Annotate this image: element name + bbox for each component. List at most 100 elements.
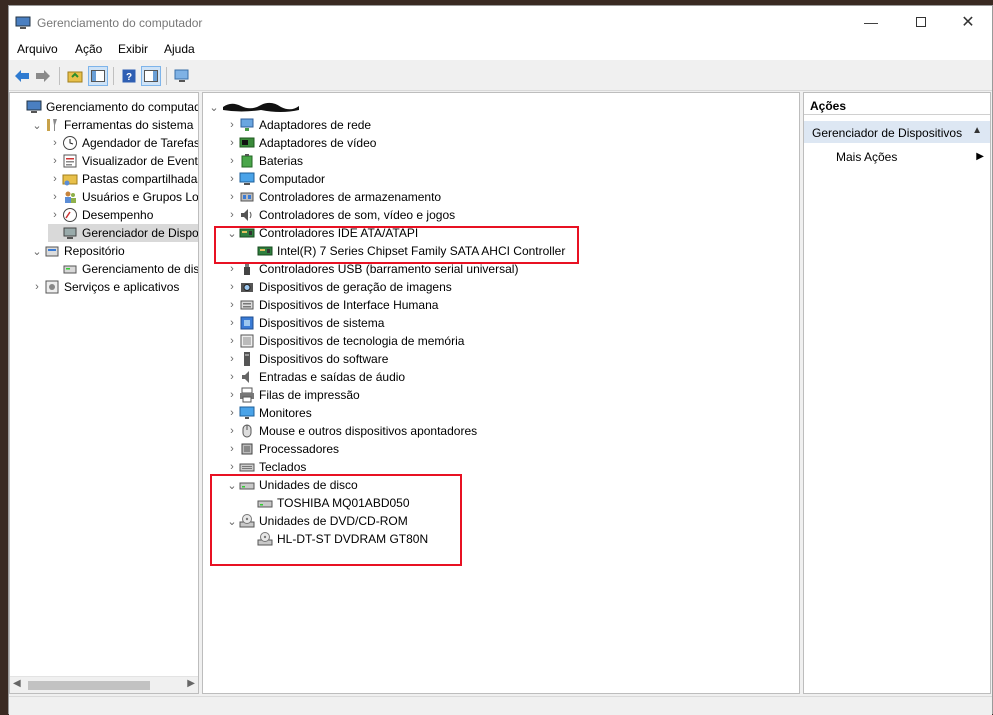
help-button[interactable]: ?: [119, 66, 139, 86]
tree-item-adaptadores-de-v-deo[interactable]: › Adaptadores de vídeo: [225, 134, 376, 152]
svg-text:?: ?: [126, 72, 132, 83]
tree-item-servi-os-e-aplicativos[interactable]: › Serviços e aplicativos: [30, 278, 179, 296]
tree-item-usu-rios-e-grupos-loca[interactable]: › Usuários e Grupos Loca: [48, 188, 198, 206]
chevron-down-icon[interactable]: ⌄: [225, 476, 239, 494]
chevron-right-icon[interactable]: ›: [225, 422, 239, 440]
dvd-icon: [239, 513, 255, 529]
tree-item-baterias[interactable]: › Baterias: [225, 152, 303, 170]
scroll-right-icon[interactable]: ▶: [187, 678, 195, 689]
actions-section-device-manager[interactable]: Gerenciador de Dispositivos ▲: [804, 121, 990, 143]
chevron-right-icon[interactable]: ›: [225, 386, 239, 404]
tree-item-computador[interactable]: › Computador: [225, 170, 325, 188]
forward-button[interactable]: [33, 66, 53, 86]
menu-acao[interactable]: Ação: [75, 42, 102, 56]
tree-item-dispositivos-do-software[interactable]: › Dispositivos do software: [225, 350, 388, 368]
chevron-right-icon[interactable]: ›: [48, 206, 62, 224]
tree-item-dispositivos-de-sistema[interactable]: › Dispositivos de sistema: [225, 314, 384, 332]
chevron-right-icon[interactable]: ›: [225, 404, 239, 422]
tree-item-visualizador-de-eventos[interactable]: › Visualizador de Eventos: [48, 152, 198, 170]
tree-item-entradas-e-sa-das-de-udio[interactable]: › Entradas e saídas de áudio: [225, 368, 405, 386]
tree-item-gerenciador-de-disposit[interactable]: Gerenciador de Disposit: [48, 224, 198, 242]
tree-item-pastas-compartilhadas[interactable]: › Pastas compartilhadas: [48, 170, 198, 188]
tree-item-intel-r-7-series-chipset-family-sata-ahci-controller[interactable]: Intel(R) 7 Series Chipset Family SATA AH…: [243, 242, 565, 260]
chevron-right-icon[interactable]: ›: [225, 278, 239, 296]
chevron-right-icon[interactable]: ›: [225, 368, 239, 386]
tree-item-unidades-de-disco[interactable]: ⌄ Unidades de disco: [225, 476, 357, 494]
minimize-button[interactable]: —: [848, 6, 894, 38]
chevron-down-icon[interactable]: ⌄: [225, 512, 239, 530]
network-adapter-icon: [239, 117, 255, 133]
menu-exibir[interactable]: Exibir: [118, 42, 148, 56]
tree-item-mouse-e-outros-dispositivos-apontadores[interactable]: › Mouse e outros dispositivos apontadores: [225, 422, 477, 440]
tree-item-teclados[interactable]: › Teclados: [225, 458, 306, 476]
chevron-right-icon[interactable]: ›: [225, 152, 239, 170]
chevron-right-icon[interactable]: ›: [225, 350, 239, 368]
tree-item-gerenciamento-de-disco[interactable]: Gerenciamento de disco: [48, 260, 198, 278]
tree-item-monitores[interactable]: › Monitores: [225, 404, 312, 422]
chevron-right-icon[interactable]: ›: [225, 188, 239, 206]
tree-item-label: Entradas e saídas de áudio: [259, 370, 406, 384]
horizontal-scrollbar[interactable]: ◀ ▶: [10, 676, 198, 693]
chevron-right-icon[interactable]: ›: [48, 134, 62, 152]
scrollbar-thumb[interactable]: [28, 681, 150, 690]
back-button[interactable]: [12, 66, 32, 86]
chevron-down-icon[interactable]: ⌄: [207, 98, 221, 116]
chevron-right-icon[interactable]: ›: [225, 116, 239, 134]
chevron-right-icon[interactable]: ›: [225, 332, 239, 350]
show-action-pane-button[interactable]: [141, 66, 161, 86]
title-bar[interactable]: Gerenciamento do computador — ✕: [9, 6, 992, 38]
tree-item-processadores[interactable]: › Processadores: [225, 440, 339, 458]
tree-item-unidades-de-dvd-cd-rom[interactable]: ⌄ Unidades de DVD/CD-ROM: [225, 512, 408, 530]
tree-item-controladores-usb-barramento-serial-universal[interactable]: › Controladores USB (barramento serial un…: [225, 260, 518, 278]
chevron-right-icon[interactable]: ›: [225, 206, 239, 224]
chevron-right-icon[interactable]: ›: [225, 440, 239, 458]
tree-item-dispositivos-de-tecnologia-de-mem-ria[interactable]: › Dispositivos de tecnologia de memória: [225, 332, 464, 350]
chevron-right-icon[interactable]: ›: [225, 134, 239, 152]
tree-item-controladores-de-som-v-deo-e-jogos[interactable]: › Controladores de som, vídeo e jogos: [225, 206, 455, 224]
tree-item-label: Repositório: [64, 244, 125, 258]
tree-item-toshiba-mq01abd050[interactable]: TOSHIBA MQ01ABD050: [243, 494, 410, 512]
chevron-down-icon[interactable]: ⌄: [30, 242, 44, 260]
toolbar-separator: [113, 67, 114, 85]
chevron-right-icon[interactable]: ›: [48, 152, 62, 170]
close-button[interactable]: ✕: [945, 6, 991, 38]
chevron-down-icon[interactable]: ⌄: [225, 224, 239, 242]
tree-item-controladores-ide-ata-atapi[interactable]: ⌄ Controladores IDE ATA/ATAPI: [225, 224, 418, 242]
console-tree-pane[interactable]: Gerenciamento do computador ⌄ Ferramentas …: [9, 92, 199, 694]
maximize-button[interactable]: [898, 6, 944, 38]
tree-item-filas-de-impress-o[interactable]: › Filas de impressão: [225, 386, 360, 404]
chevron-right-icon[interactable]: ›: [225, 458, 239, 476]
tree-item-dispositivos-de-gera-o-de-imagens[interactable]: › Dispositivos de geração de imagens: [225, 278, 452, 296]
tree-item-adaptadores-de-rede[interactable]: › Adaptadores de rede: [225, 116, 371, 134]
tree-item-hl-dt-st-dvdram-gt80n[interactable]: HL-DT-ST DVDRAM GT80N: [243, 530, 428, 548]
tree-item-desempenho[interactable]: › Desempenho: [48, 206, 153, 224]
collapse-up-icon[interactable]: ▲: [972, 125, 982, 136]
tree-item-gerenciamento-do-computador[interactable]: Gerenciamento do computador: [12, 98, 199, 116]
menu-ajuda[interactable]: Ajuda: [164, 42, 195, 56]
chevron-right-icon[interactable]: ›: [30, 278, 44, 296]
chevron-down-icon[interactable]: ⌄: [30, 116, 44, 134]
device-tree-root[interactable]: ⌄: [207, 98, 305, 116]
tree-item-reposit-rio[interactable]: ⌄ Repositório: [30, 242, 125, 260]
services-icon: [44, 279, 60, 295]
chevron-right-icon[interactable]: ›: [225, 296, 239, 314]
tree-item-ferramentas-do-sistema[interactable]: ⌄ Ferramentas do sistema: [30, 116, 193, 134]
chevron-right-icon[interactable]: ›: [48, 188, 62, 206]
up-folder-button[interactable]: [65, 66, 85, 86]
tree-item-controladores-de-armazenamento[interactable]: › Controladores de armazenamento: [225, 188, 441, 206]
toolbar-separator: [59, 67, 60, 85]
scroll-left-icon[interactable]: ◀: [13, 678, 21, 689]
chevron-right-icon[interactable]: ›: [225, 260, 239, 278]
tree-item-label: Gerenciamento do computador: [46, 100, 199, 114]
chevron-right-icon[interactable]: ›: [225, 170, 239, 188]
device-manager-pane[interactable]: ⌄ › Adaptadores de rede › Adaptadores de ví…: [202, 92, 800, 694]
show-tree-button[interactable]: [88, 66, 108, 86]
chevron-right-icon[interactable]: ›: [48, 170, 62, 188]
menu-arquivo[interactable]: Arquivo: [17, 42, 58, 56]
battery-icon: [239, 153, 255, 169]
chevron-right-icon[interactable]: ›: [225, 314, 239, 332]
tree-item-dispositivos-de-interface-humana[interactable]: › Dispositivos de Interface Humana: [225, 296, 438, 314]
tree-item-agendador-de-tarefas[interactable]: › Agendador de Tarefas: [48, 134, 198, 152]
more-actions-item[interactable]: Mais Ações ▶: [836, 150, 986, 168]
scan-hardware-button[interactable]: [172, 66, 192, 86]
